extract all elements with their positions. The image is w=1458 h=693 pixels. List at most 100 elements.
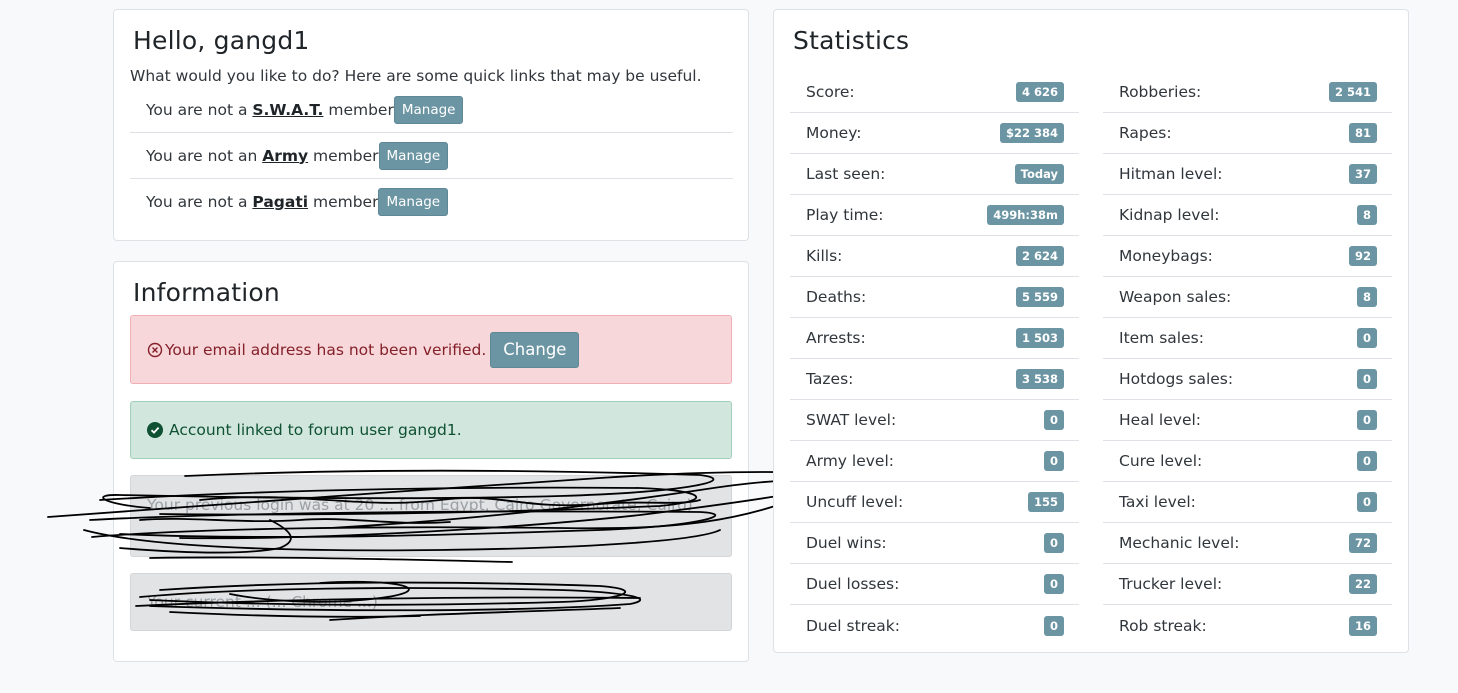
stat-value-badge: 0 <box>1043 410 1064 430</box>
manage-army-button[interactable]: Manage <box>378 141 449 170</box>
stat-row: Rapes: 81 <box>1103 113 1392 154</box>
stats-left-column: Score: 4 626 Money: $22 384 Last seen: Today P… <box>790 72 1079 646</box>
email-alert-text: Your email address has not been verified… <box>165 340 487 359</box>
redacted-login-alert: Your previous login was at 20 ... from E… <box>130 475 732 557</box>
stat-label: Play time: <box>806 206 884 224</box>
check-circle-icon <box>147 422 163 438</box>
redacted-session-text: Your current ... (... Chrome ...) <box>147 593 378 611</box>
stat-label: Kidnap level: <box>1119 206 1220 224</box>
stat-value-badge: 0 <box>1356 328 1377 348</box>
stat-value-badge: 5 559 <box>1015 287 1064 307</box>
stat-label: Hotdogs sales: <box>1119 370 1234 388</box>
stat-label: Army level: <box>806 452 894 470</box>
stat-row: Tazes: 3 538 <box>790 359 1079 400</box>
stat-row: Hitman level: 37 <box>1103 154 1392 195</box>
stat-value-badge: 155 <box>1027 492 1064 512</box>
stat-row: Taxi level: 0 <box>1103 482 1392 523</box>
hello-title: Hello, gangd1 <box>133 26 310 55</box>
stat-row: Trucker level: 22 <box>1103 564 1392 605</box>
stat-row: Uncuff level: 155 <box>790 482 1079 523</box>
membership-prefix: You are not a <box>146 193 253 211</box>
redacted-login-text: Your previous login was at 20 ... from E… <box>147 496 693 514</box>
stat-value-badge: 1 503 <box>1015 328 1064 348</box>
stat-label: Uncuff level: <box>806 493 904 511</box>
stat-label: Deaths: <box>806 288 867 306</box>
hello-card: Hello, gangd1 What would you like to do?… <box>113 9 749 241</box>
stat-label: Duel wins: <box>806 534 887 552</box>
stat-label: Taxi level: <box>1119 493 1196 511</box>
membership-prefix: You are not a <box>146 100 253 119</box>
stat-label: Duel streak: <box>806 616 900 635</box>
stat-row: Arrests: 1 503 <box>790 318 1079 359</box>
stat-value-badge: 0 <box>1356 369 1377 389</box>
stat-row: Kidnap level: 8 <box>1103 195 1392 236</box>
membership-suffix: member <box>323 100 394 119</box>
stat-label: Duel losses: <box>806 575 900 593</box>
stat-row: Robberies: 2 541 <box>1103 72 1392 113</box>
statistics-card: Statistics Score: 4 626 Money: $22 384 Last … <box>773 9 1409 653</box>
stat-value-badge: 8 <box>1356 287 1377 307</box>
membership-suffix: member <box>308 146 379 165</box>
hello-intro: What would you like to do? Here are some… <box>130 67 702 85</box>
circle-x-icon <box>147 342 163 358</box>
stat-row: Hotdogs sales: 0 <box>1103 359 1392 400</box>
forum-linked-alert: Account linked to forum user gangd1. <box>130 401 732 459</box>
stat-row: Duel wins: 0 <box>790 523 1079 564</box>
membership-prefix: You are not an <box>146 146 263 165</box>
stat-value-badge: 4 626 <box>1015 82 1064 102</box>
stat-value-badge: 8 <box>1356 205 1377 225</box>
stat-label: Rapes: <box>1119 124 1172 142</box>
stat-value-badge: 22 <box>1348 574 1377 594</box>
stat-label: Cure level: <box>1119 452 1203 470</box>
stat-value-badge: Today <box>1014 164 1064 184</box>
stat-label: SWAT level: <box>806 411 897 429</box>
stat-row: Item sales: 0 <box>1103 318 1392 359</box>
statistics-title: Statistics <box>793 26 910 55</box>
information-card: Information Your email address has not b… <box>113 261 749 662</box>
stat-label: Last seen: <box>806 165 886 183</box>
stat-label: Tazes: <box>806 370 854 388</box>
change-email-button[interactable]: Change <box>490 331 580 368</box>
swat-membership-row: You are not a S.W.A.T. member Manage <box>130 87 733 133</box>
stat-row: Moneybags: 92 <box>1103 236 1392 277</box>
stat-value-badge: 499h:38m <box>987 205 1064 225</box>
stat-value-badge: 81 <box>1348 123 1377 143</box>
stat-row: SWAT level: 0 <box>790 400 1079 441</box>
stat-row: Last seen: Today <box>790 154 1079 195</box>
stat-row: Mechanic level: 72 <box>1103 523 1392 564</box>
stat-value-badge: 0 <box>1356 410 1377 430</box>
manage-pagati-button[interactable]: Manage <box>378 188 449 216</box>
stat-row: Rob streak: 16 <box>1103 605 1392 646</box>
pagati-membership-row: You are not a Pagati member Manage <box>130 179 733 225</box>
email-unverified-alert: Your email address has not been verified… <box>130 315 732 384</box>
stat-label: Arrests: <box>806 329 866 347</box>
stat-row: Heal level: 0 <box>1103 400 1392 441</box>
stat-row: Deaths: 5 559 <box>790 277 1079 318</box>
stat-value-badge: 37 <box>1348 164 1377 184</box>
stat-label: Mechanic level: <box>1119 534 1240 552</box>
stat-label: Score: <box>806 83 855 101</box>
stat-row: Play time: 499h:38m <box>790 195 1079 236</box>
stat-label: Weapon sales: <box>1119 288 1232 306</box>
pagati-link[interactable]: Pagati <box>252 193 308 211</box>
stat-value-badge: 0 <box>1043 533 1064 553</box>
stats-right-column: Robberies: 2 541 Rapes: 81 Hitman level: 37 Ki… <box>1103 72 1392 646</box>
stat-label: Hitman level: <box>1119 165 1223 183</box>
swat-link[interactable]: S.W.A.T. <box>252 101 323 119</box>
stat-value-badge: 3 538 <box>1015 369 1064 389</box>
manage-swat-button[interactable]: Manage <box>393 95 464 124</box>
army-membership-row: You are not an Army member Manage <box>130 133 733 179</box>
stat-value-badge: 0 <box>1356 492 1377 512</box>
stat-row: Cure level: 0 <box>1103 441 1392 482</box>
stat-value-badge: $22 384 <box>999 123 1064 143</box>
stat-label: Robberies: <box>1119 83 1202 101</box>
stat-row: Money: $22 384 <box>790 113 1079 154</box>
stat-value-badge: 2 541 <box>1328 82 1377 102</box>
stat-value-badge: 2 624 <box>1015 246 1064 266</box>
stat-row: Kills: 2 624 <box>790 236 1079 277</box>
stat-label: Rob streak: <box>1119 616 1207 635</box>
army-link[interactable]: Army <box>262 147 308 165</box>
stat-value-badge: 0 <box>1043 615 1064 636</box>
stat-row: Duel streak: 0 <box>790 605 1079 646</box>
redacted-session-alert: Your current ... (... Chrome ...) <box>130 573 732 631</box>
